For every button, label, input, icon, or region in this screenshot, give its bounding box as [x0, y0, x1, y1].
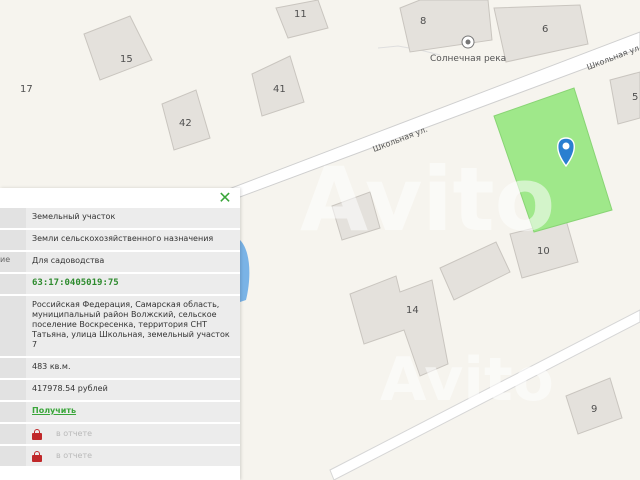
- house-number-41: 41: [273, 84, 286, 95]
- poi-label: Солнечная река: [430, 54, 506, 64]
- house-number-14: 14: [406, 305, 419, 316]
- info-row-cadastral: 63:17:0405019:75: [0, 274, 240, 296]
- info-row-category: Земли сельскохозяйственного назначения: [0, 230, 240, 252]
- house-number-8: 8: [420, 16, 426, 27]
- info-key-usage: ие: [0, 252, 26, 272]
- info-row-usage: ие Для садоводства: [0, 252, 240, 274]
- locked-text: в отчете: [56, 451, 93, 460]
- lock-icon: [32, 450, 42, 462]
- locked-value: в отчете: [26, 446, 240, 466]
- locked-text: в отчете: [56, 429, 93, 438]
- info-key: [0, 208, 26, 228]
- house-number-9: 9: [591, 404, 597, 415]
- info-key: [0, 424, 26, 444]
- info-key: [0, 446, 26, 466]
- info-key: [0, 230, 26, 250]
- info-key: [0, 380, 26, 400]
- land-category-value: Земли сельскохозяйственного назначения: [32, 234, 214, 243]
- info-key: [0, 296, 26, 356]
- address-value: Российская Федерация, Самарская область,…: [32, 300, 230, 349]
- info-row-locked-1: в отчете: [0, 424, 240, 446]
- get-link[interactable]: Получить: [26, 402, 240, 422]
- house-number-42: 42: [179, 118, 192, 129]
- info-row-locked-2: в отчете: [0, 446, 240, 468]
- info-row-type: Земельный участок: [0, 208, 240, 230]
- cadastral-cost-value: 417978.54 рублей: [32, 384, 108, 393]
- parcel-info-table: Земельный участок Земли сельскохозяйстве…: [0, 208, 240, 468]
- watermark-avito-lower: Avito: [380, 345, 554, 415]
- lock-icon: [32, 428, 42, 440]
- info-row-area: 483 кв.м.: [0, 358, 240, 380]
- locked-value: в отчете: [26, 424, 240, 444]
- info-row-cost: 417978.54 рублей: [0, 380, 240, 402]
- info-key: [0, 274, 26, 294]
- house-number-15: 15: [120, 54, 133, 65]
- land-usage-value: Для садоводства: [32, 256, 105, 265]
- house-number-11: 11: [294, 9, 307, 20]
- land-type-value: Земельный участок: [32, 212, 116, 221]
- house-number-6: 6: [542, 24, 548, 35]
- poi-circle-icon[interactable]: [461, 35, 475, 49]
- info-row-address: Российская Федерация, Самарская область,…: [0, 296, 240, 358]
- cadastral-number-link[interactable]: 63:17:0405019:75: [26, 274, 240, 294]
- info-key: [0, 358, 26, 378]
- close-icon[interactable]: ✕: [218, 190, 232, 206]
- parcel-info-panel: ✕ Земельный участок Земли сельскохозяйст…: [0, 188, 240, 480]
- area-value: 483 кв.м.: [32, 362, 71, 371]
- info-key: [0, 402, 26, 422]
- watermark-avito: Avito: [300, 148, 555, 251]
- info-row-get: Получить: [0, 402, 240, 424]
- house-number-17: 17: [20, 84, 33, 95]
- house-number-5: 5: [632, 92, 638, 103]
